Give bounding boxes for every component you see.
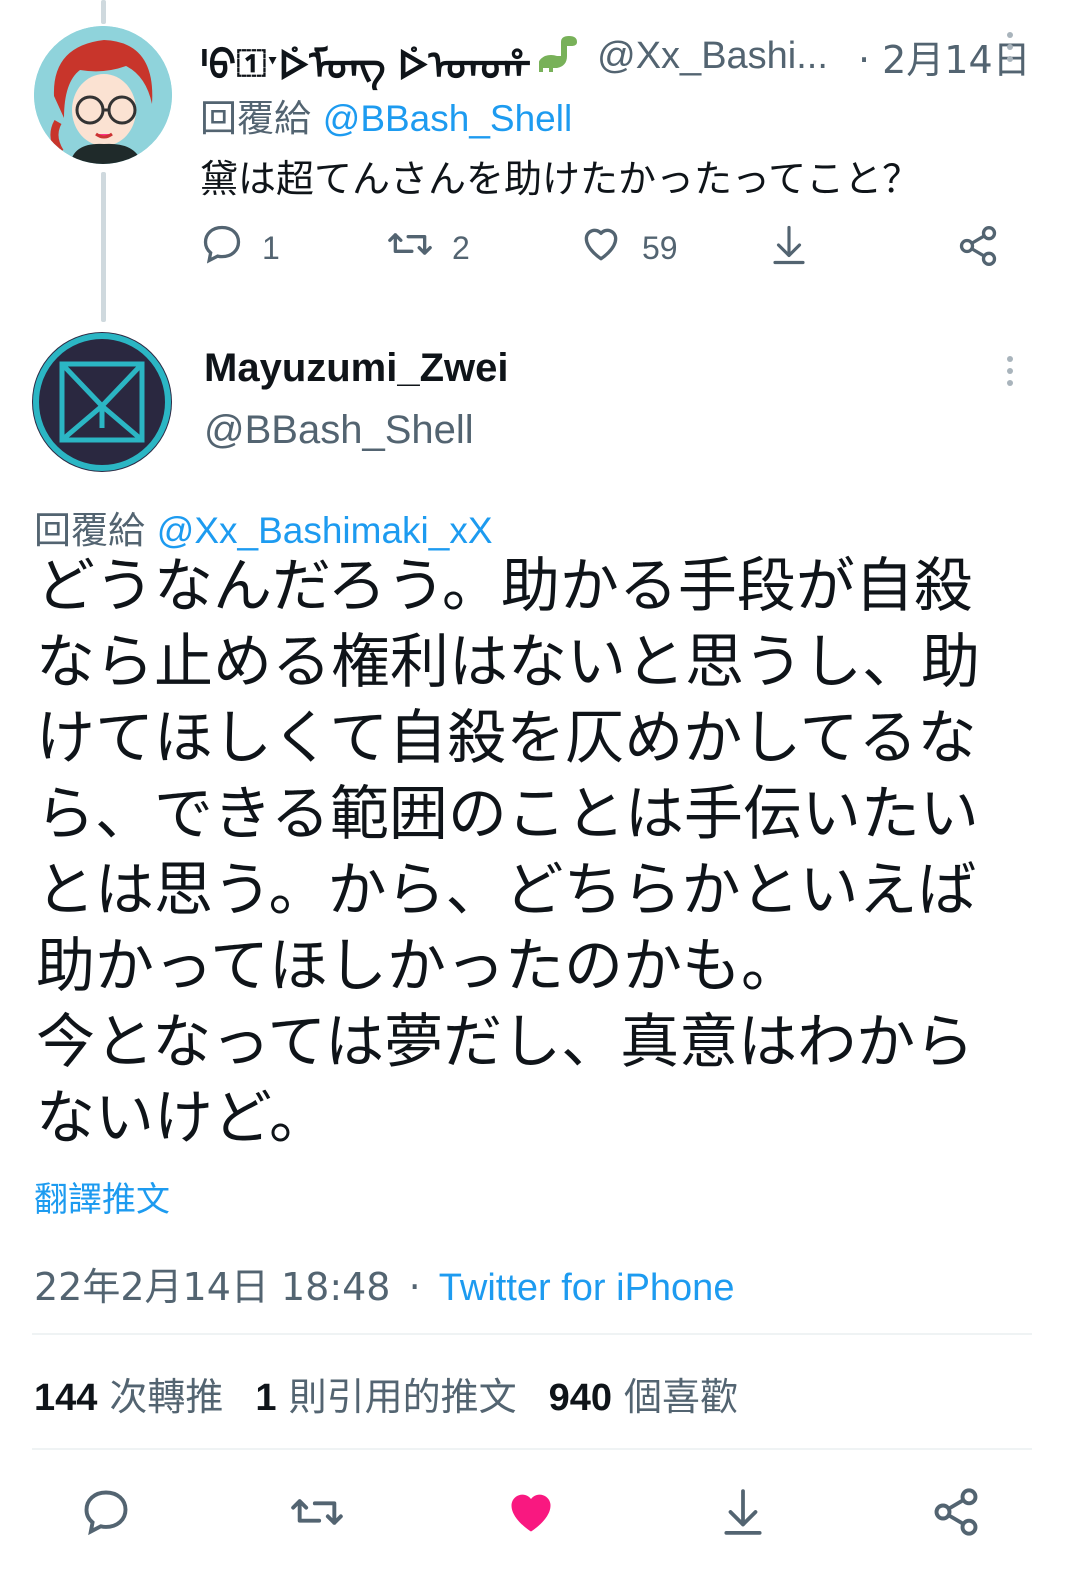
quote-stat[interactable]: 1 則引用的推文: [255, 1366, 516, 1421]
retweet-count: 144: [34, 1377, 98, 1419]
tweet-source[interactable]: Twitter for iPhone: [439, 1267, 735, 1309]
tweet-meta: 22年2月14日 18:48 · Twitter for iPhone: [34, 1256, 734, 1311]
reply-action[interactable]: 1: [200, 222, 280, 274]
retweet-action[interactable]: 2: [386, 222, 470, 274]
avatar[interactable]: [34, 26, 172, 164]
reply-to-prefix: 回覆給: [34, 509, 145, 552]
translate-link[interactable]: 翻譯推文: [34, 1172, 170, 1221]
like-button[interactable]: [504, 1486, 558, 1546]
divider: [32, 1333, 1032, 1335]
avatar[interactable]: [32, 332, 172, 472]
share-download-icon: [718, 1484, 768, 1548]
more-icon[interactable]: [1005, 356, 1015, 386]
reply-icon: [200, 222, 244, 274]
retweet-count: 2: [452, 229, 470, 266]
share-download-button[interactable]: [718, 1484, 768, 1548]
share-button[interactable]: [930, 1486, 982, 1546]
handle[interactable]: @BBash_Shell: [204, 408, 474, 453]
reply-to-line: 回覆給 @BBash_Shell: [200, 88, 572, 142]
retweet-stat[interactable]: 144 次轉推: [34, 1366, 223, 1421]
retweet-button[interactable]: [288, 1486, 346, 1546]
like-label: 個喜歡: [623, 1375, 738, 1419]
reply-count: 1: [262, 229, 280, 266]
divider: [32, 1448, 1032, 1450]
like-action[interactable]: 59: [578, 222, 678, 274]
more-icon[interactable]: [1005, 32, 1015, 62]
share-icon: [930, 1486, 982, 1546]
heart-icon: [504, 1486, 558, 1546]
like-count: 940: [548, 1377, 612, 1419]
tweet-text: どうなんだろう。助かる手段が自殺なら止める権利はないと思うし、助けてほしくて自殺…: [36, 551, 981, 1152]
display-name[interactable]: ˡᠪ᠋ˑᢰᠮᠣᠩ ᢰᠣᠣ᠋ᡥ: [200, 21, 531, 91]
engagement-stats: 144 次轉推 1 則引用的推文 940 個喜歡: [34, 1366, 738, 1421]
reply-icon: [80, 1486, 132, 1546]
thread-connector: [101, 172, 106, 322]
handle[interactable]: @Xx_Bashi...: [597, 35, 828, 78]
thread-connector: [101, 0, 106, 24]
heart-icon: [578, 222, 624, 274]
display-name[interactable]: Mayuzumi_Zwei: [204, 346, 509, 391]
reply-button[interactable]: [80, 1486, 132, 1546]
share-action[interactable]: [956, 224, 1000, 276]
reply-to-handle[interactable]: @BBash_Shell: [323, 98, 572, 139]
share-icon: [956, 224, 1000, 276]
retweet-label: 次轉推: [109, 1375, 224, 1419]
meta-separator: ·: [408, 1265, 421, 1309]
like-stat[interactable]: 940 個喜歡: [549, 1366, 738, 1421]
retweet-icon: [288, 1486, 346, 1546]
quote-label: 則引用的推文: [288, 1375, 517, 1419]
reply-tweet-text: 黛は超てんさんを助けたかったってこと？: [200, 157, 921, 201]
reply-to-line: 回覆給 @Xx_Bashimaki_xX: [34, 500, 493, 554]
tweet-timestamp[interactable]: 22年2月14日 18:48: [34, 1265, 390, 1309]
retweet-icon: [386, 222, 434, 274]
reply-header: ˡᠪ᠋ˑᢰᠮᠣᠩ ᢰᠣᠣ᠋ᡥ @Xx_Bashi... · 2月14日: [200, 26, 1031, 90]
reply-to-handle[interactable]: @Xx_Bashimaki_xX: [157, 510, 493, 551]
dinosaur-emoji-icon: [538, 32, 583, 81]
reply-to-prefix: 回覆給: [200, 97, 311, 140]
quote-count: 1: [255, 1377, 277, 1419]
like-count: 59: [642, 229, 678, 266]
share-download-icon: [768, 222, 810, 276]
share-download-action[interactable]: [768, 222, 810, 276]
